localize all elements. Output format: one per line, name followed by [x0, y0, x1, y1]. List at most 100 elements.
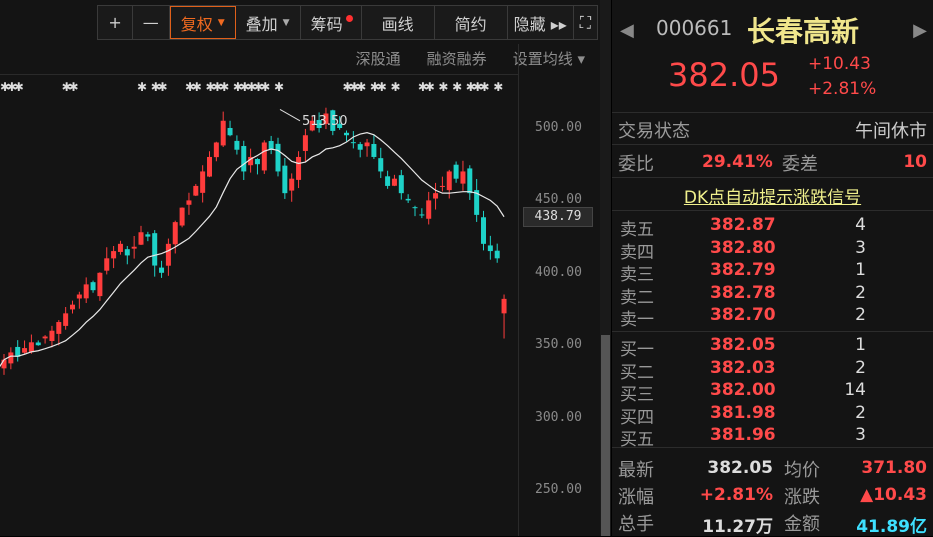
- candle-up: [426, 200, 432, 219]
- candle-down: [145, 234, 151, 237]
- level-volume: 4: [855, 215, 866, 235]
- candle-up: [165, 243, 171, 266]
- pct-value: +2.81%: [699, 485, 773, 505]
- ask-row[interactable]: 卖三 382.79 1: [616, 260, 926, 285]
- level-volume: 2: [855, 357, 866, 378]
- candle-up: [49, 330, 55, 342]
- candle-up: [83, 284, 89, 299]
- weicha-value: 10: [903, 152, 927, 172]
- stock-name: 长春高新: [747, 15, 860, 48]
- ask-row[interactable]: 卖二 382.78 2: [616, 282, 926, 308]
- candle-up: [117, 243, 123, 252]
- quote-header: ◀ 000661 长春高新 ▶ 382.05 +10.43 +2.81%: [612, 0, 933, 113]
- chg-label: 涨跌: [784, 487, 820, 508]
- candlestick-chart[interactable]: ✱✱✱ ✱✱ ✱ ✱✱ ✱✱ ✱✱✱ ✱✱✱✱✱ ✱ ✱✱✱ ✱✱ ✱ ✱✱ ✱ ✱ ✱✱✱ ✱513.50: [0, 0, 520, 536]
- candle-down: [227, 127, 233, 136]
- candle-up: [131, 246, 137, 249]
- candle-down: [152, 233, 158, 266]
- ma-settings-dropdown[interactable]: 设置均线 ▾: [513, 48, 585, 69]
- bid-row[interactable]: 买五 381.96 3: [616, 425, 926, 450]
- candle-down: [282, 165, 288, 194]
- avg-value: 371.80: [861, 458, 927, 478]
- signal-marker: ✱: [260, 80, 270, 94]
- ask-row[interactable]: 卖四 382.80 3: [616, 237, 926, 263]
- level-price: 382.80: [710, 237, 776, 258]
- last-price: 382.05: [668, 56, 780, 94]
- level-price: 382.79: [710, 260, 776, 280]
- candle-up: [63, 313, 69, 326]
- fullscreen-icon[interactable]: ⛶: [574, 6, 597, 39]
- scrollbar-thumb[interactable]: [601, 335, 610, 536]
- candle-down: [453, 164, 459, 179]
- candle-down: [350, 142, 356, 144]
- level-label: 卖三: [620, 265, 654, 285]
- bid-row[interactable]: 买四 381.98 2: [616, 403, 926, 428]
- signal-marker: ✱: [356, 80, 366, 94]
- candle-down: [90, 282, 96, 291]
- candle-up: [302, 135, 308, 151]
- candle-up: [296, 156, 302, 180]
- candle-up: [261, 142, 267, 171]
- ask-book: 卖五 382.87 4 卖四 382.80 3 卖三 382.79 1 卖二 382.78 2 卖一 38…: [612, 211, 933, 332]
- candle-down: [412, 207, 418, 209]
- signal-marker: ✱: [69, 80, 79, 94]
- bid-row[interactable]: 买一 382.05 1: [616, 335, 926, 360]
- candle-down: [419, 214, 425, 216]
- level-label: 买二: [620, 362, 654, 383]
- candle-down: [487, 245, 493, 252]
- level-volume: 1: [855, 335, 866, 355]
- candle-down: [241, 146, 247, 172]
- candle-down: [357, 144, 363, 150]
- level-label: 买五: [620, 430, 654, 450]
- candle-down: [467, 168, 473, 194]
- candle-down: [344, 132, 349, 136]
- candle-down: [398, 175, 404, 194]
- signal-marker: ✱: [438, 80, 448, 94]
- signal-marker: ✱: [452, 80, 462, 94]
- signal-marker: ✱: [493, 80, 503, 94]
- y-tick-label: 350.00: [535, 337, 582, 353]
- candle-up: [28, 342, 34, 352]
- price-change: +10.43: [808, 54, 871, 74]
- level-volume: 14: [844, 380, 866, 400]
- stats-block: 最新 382.05 均价 371.80 涨幅 +2.81% 涨跌 ▲10.43 …: [612, 448, 933, 537]
- candle-up: [97, 272, 103, 297]
- signal-marker: ✱: [137, 80, 147, 94]
- crosshair-price-label: 438.79: [523, 206, 593, 227]
- amount-value: 41.89亿: [856, 517, 927, 537]
- weibi-label: 委比: [618, 154, 654, 175]
- bid-row[interactable]: 买二 382.03 2: [616, 357, 926, 383]
- candle-up: [439, 185, 445, 187]
- level-volume: 1: [855, 260, 866, 280]
- candle-down: [405, 198, 411, 201]
- candle-down: [481, 217, 486, 244]
- level-price: 382.87: [710, 215, 776, 235]
- high-annotation: 513.50: [302, 114, 348, 129]
- latest-value: 382.05: [707, 458, 773, 478]
- bid-row[interactable]: 买三 382.00 14: [616, 380, 926, 405]
- candle-up: [8, 352, 14, 364]
- dk-signal-link[interactable]: DK点自动提示涨跌信号: [684, 183, 861, 208]
- prev-stock-icon[interactable]: ◀: [620, 20, 634, 41]
- candle-up: [364, 142, 370, 147]
- signal-marker: ✱: [274, 80, 284, 94]
- level-price: 382.70: [710, 305, 776, 325]
- candle-up: [193, 185, 199, 196]
- level-volume: 2: [855, 282, 866, 303]
- level-label: 买一: [620, 340, 654, 360]
- candle-up: [104, 258, 110, 271]
- candle-up: [200, 171, 206, 193]
- next-stock-icon[interactable]: ▶: [913, 20, 927, 41]
- candle-down: [385, 176, 391, 186]
- level-price: 382.00: [710, 380, 776, 400]
- candle-down: [35, 342, 41, 346]
- level-label: 买四: [620, 407, 654, 428]
- level-label: 卖五: [620, 220, 654, 240]
- ask-row[interactable]: 卖一 382.70 2: [616, 305, 926, 330]
- ask-row[interactable]: 卖五 382.87 4: [616, 215, 926, 240]
- candle-up: [76, 294, 82, 299]
- y-tick-label: 400.00: [535, 264, 582, 280]
- signal-marker: ✱: [158, 80, 168, 94]
- candle-up: [1, 359, 7, 369]
- y-tick-label: 250.00: [535, 482, 582, 497]
